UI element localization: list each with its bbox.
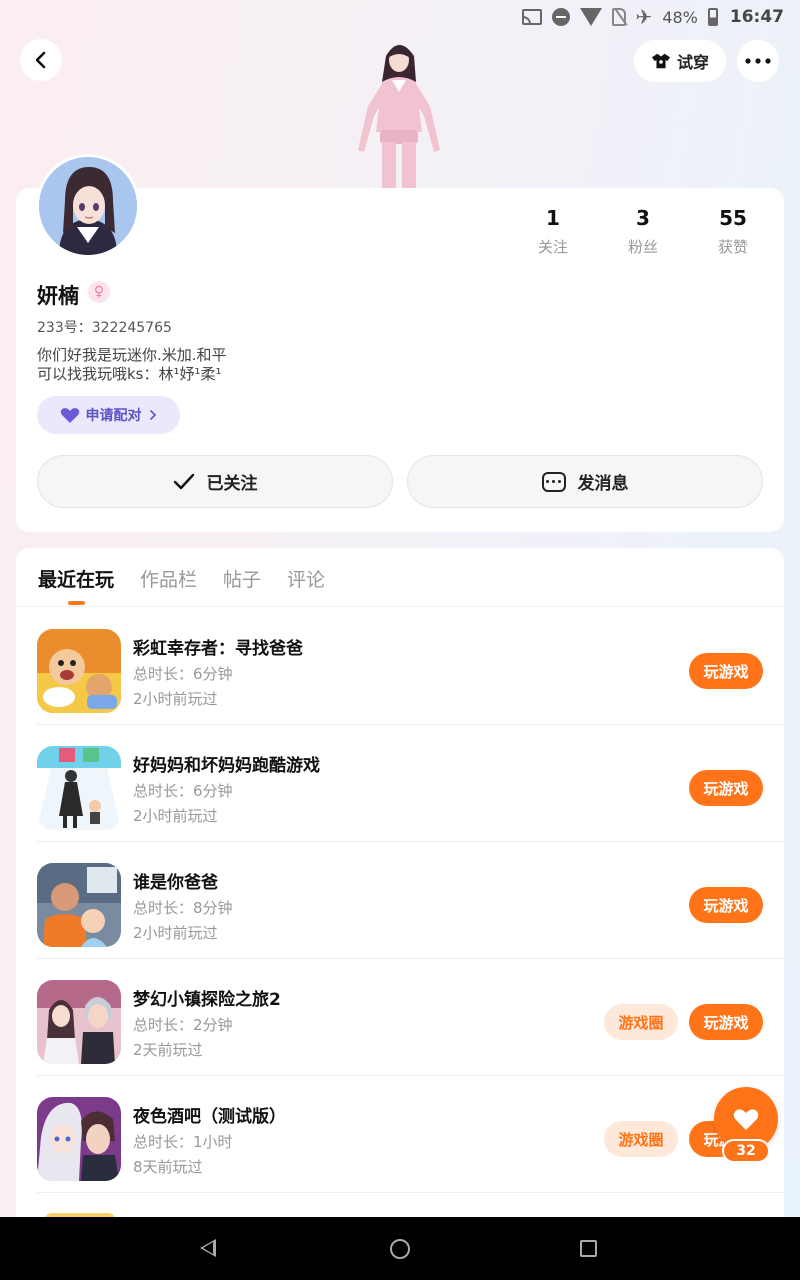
stat-label: 获赞 (717, 238, 748, 256)
more-options-button[interactable] (737, 40, 779, 82)
request-pair-label: 申请配对 (85, 408, 142, 424)
profile-bio: 你们好我是玩迷你.米加.和平 可以找我玩哦ks：林¹妤¹柔¹ (37, 346, 227, 383)
play-game-button[interactable]: 玩游戏 (689, 887, 763, 923)
nav-back-icon[interactable] (200, 1239, 216, 1257)
back-button[interactable] (20, 39, 62, 81)
tab-posts[interactable]: 帖子 (223, 565, 261, 592)
stat-likes[interactable]: 55 获赞 (688, 206, 778, 257)
tab-comments[interactable]: 评论 (287, 565, 325, 592)
dream-town-adventure-image (37, 980, 121, 1064)
chevron-right-icon (149, 410, 156, 420)
night-bar-image (37, 1097, 121, 1181)
avatar-3d-figure[interactable] (352, 36, 446, 188)
stat-number: 55 (719, 206, 747, 230)
status-bar: ✈ 48% 16:47 (0, 0, 800, 34)
clock: 16:47 (729, 7, 784, 27)
battery-percent: 48% (662, 7, 698, 27)
more-dots-icon (745, 58, 771, 64)
status-icons: ✈ 48% 16:47 (521, 5, 784, 29)
list-item[interactable]: 梦幻小镇探险之旅2 总时长：2分钟 2天前玩过 游戏圈 玩游戏 (16, 959, 784, 1076)
game-duration: 总时长：8分钟 (133, 899, 233, 917)
avatar[interactable] (36, 154, 140, 258)
stat-number: 3 (636, 206, 650, 230)
game-title: 夜色酒吧（测试版） (133, 1107, 286, 1127)
good-bad-mom-image (37, 746, 121, 830)
play-game-button[interactable]: 玩游戏 (689, 653, 763, 689)
list-item[interactable]: 夜色酒吧（测试版） 总时长：1小时 8天前玩过 游戏圈 玩游戏 (16, 1076, 784, 1193)
game-duration: 总时长：6分钟 (133, 665, 233, 683)
list-item[interactable]: 好妈妈和坏妈妈跑酷游戏 总时长：6分钟 2小时前玩过 玩游戏 (16, 725, 784, 842)
try-on-button[interactable]: 试穿 (634, 40, 726, 82)
game-last-played: 2小时前玩过 (133, 690, 218, 708)
female-gender-icon: ♀ (88, 281, 110, 303)
game-circle-button[interactable]: 游戏圈 (604, 1004, 678, 1040)
stat-label: 关注 (537, 238, 568, 256)
game-title: 梦幻小镇探险之旅2 (133, 990, 281, 1010)
tab-recently-played[interactable]: 最近在玩 (38, 565, 114, 592)
wifi-icon (579, 8, 602, 26)
game-last-played: 2天前玩过 (133, 1041, 203, 1059)
tab-works[interactable]: 作品栏 (140, 565, 197, 592)
stat-number: 1 (546, 206, 560, 230)
like-count: 32 (722, 1139, 770, 1163)
heart-icon (733, 1108, 759, 1130)
list-item[interactable]: 彩虹幸存者：寻找爸爸 总时长：6分钟 2小时前玩过 玩游戏 (16, 608, 784, 725)
active-tab-indicator (68, 601, 85, 605)
send-message-button[interactable]: 发消息 (407, 455, 763, 508)
game-title: 好妈妈和坏妈妈跑酷游戏 (133, 756, 320, 776)
game-circle-button[interactable]: 游戏圈 (604, 1121, 678, 1157)
no-sim-icon (611, 8, 626, 26)
battery-icon (707, 8, 718, 26)
profile-stats: 1 关注 3 粉丝 55 获赞 (508, 206, 778, 257)
game-thumbnail (37, 980, 121, 1064)
game-title: 谁是你爸爸 (133, 873, 218, 893)
stat-label: 粉丝 (627, 238, 658, 256)
character-figure-image (358, 45, 440, 188)
game-thumbnail (37, 629, 121, 713)
airplane-mode-icon: ✈ (635, 5, 653, 29)
game-duration: 总时长：6分钟 (133, 782, 233, 800)
stat-followers[interactable]: 3 粉丝 (598, 206, 688, 257)
game-thumbnail (37, 746, 121, 830)
play-game-button[interactable]: 玩游戏 (689, 1004, 763, 1040)
cast-icon (521, 9, 542, 25)
tabs-divider (16, 606, 784, 607)
whos-your-daddy-image (37, 863, 121, 947)
game-thumbnail (37, 863, 121, 947)
chat-icon (541, 471, 566, 492)
system-nav-bar (0, 1217, 800, 1280)
following-label: 已关注 (206, 474, 258, 494)
send-message-label: 发消息 (577, 474, 629, 494)
following-button[interactable]: 已关注 (37, 455, 393, 508)
game-duration: 总时长：2分钟 (133, 1016, 233, 1034)
check-icon (173, 473, 194, 489)
row-divider (37, 1192, 784, 1193)
stat-following[interactable]: 1 关注 (508, 206, 598, 257)
game-last-played: 2小时前玩过 (133, 807, 218, 825)
request-pair-button[interactable]: 申请配对 (37, 396, 180, 434)
nav-recents-icon[interactable] (580, 1240, 597, 1257)
user-id: 233号：322245765 (37, 320, 172, 336)
play-game-button[interactable]: 玩游戏 (689, 770, 763, 806)
profile-tabs: 最近在玩 作品栏 帖子 评论 (38, 565, 325, 592)
game-title: 彩虹幸存者：寻找爸爸 (133, 639, 303, 659)
back-arrow-icon (35, 51, 46, 69)
do-not-disturb-icon (551, 8, 570, 26)
game-duration: 总时长：1小时 (133, 1133, 233, 1151)
game-last-played: 8天前玩过 (133, 1158, 203, 1176)
nav-home-icon[interactable] (390, 1239, 410, 1259)
game-thumbnail (37, 1097, 121, 1181)
shirt-icon (651, 53, 671, 69)
pair-hearts-icon (60, 407, 79, 423)
list-item[interactable]: 谁是你爸爸 总时长：8分钟 2小时前玩过 玩游戏 (16, 842, 784, 959)
try-on-label: 试穿 (676, 53, 709, 72)
rainbow-survivor-image (37, 629, 121, 713)
avatar-image (39, 157, 137, 255)
profile-name: 妍楠 (37, 284, 79, 308)
game-last-played: 2小时前玩过 (133, 924, 218, 942)
